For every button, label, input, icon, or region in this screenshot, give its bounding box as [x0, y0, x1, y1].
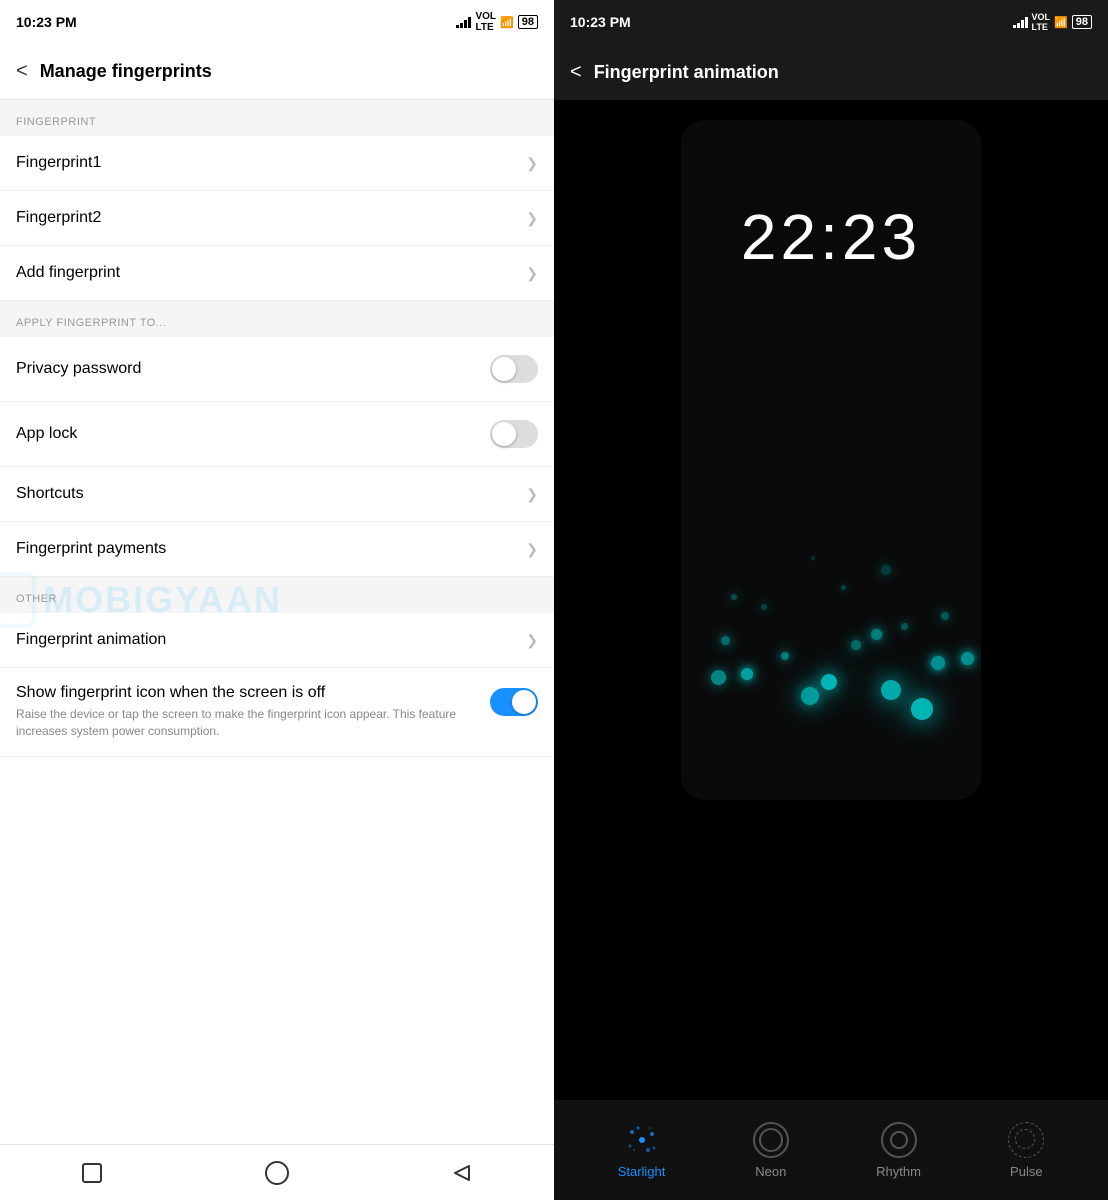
- starlight-icon: [624, 1122, 660, 1158]
- right-battery-icon: 98: [1072, 15, 1092, 29]
- add-fingerprint-label: Add fingerprint: [16, 264, 120, 282]
- show-fingerprint-icon-title: Show fingerprint icon when the screen is…: [16, 684, 478, 702]
- circle-icon: [264, 1160, 290, 1186]
- fingerprint2-item[interactable]: Fingerprint2 ❯: [0, 191, 554, 246]
- tab-rhythm[interactable]: Rhythm: [876, 1122, 921, 1179]
- shortcuts-label: Shortcuts: [16, 485, 84, 503]
- right-panel: 10:23 PM VOLLTE 📶 98 < Fingerprint anima…: [554, 0, 1108, 1200]
- fingerprint1-item[interactable]: Fingerprint1 ❯: [0, 136, 554, 191]
- privacy-password-label: Privacy password: [16, 360, 141, 378]
- fingerprint2-label: Fingerprint2: [16, 209, 101, 227]
- fingerprint-payments-item[interactable]: Fingerprint payments ❯: [0, 522, 554, 577]
- other-section-label: OTHER: [0, 577, 554, 613]
- lte-icon: VOLLTE: [475, 11, 496, 33]
- fingerprint-section-label: FINGERPRINT: [0, 100, 554, 136]
- fingerprint-payments-label: Fingerprint payments: [16, 540, 166, 558]
- show-fingerprint-icon-item[interactable]: Show fingerprint icon when the screen is…: [0, 668, 554, 757]
- fingerprint-animation-chevron: ❯: [526, 632, 538, 649]
- battery-icon: 98: [518, 15, 538, 29]
- right-wifi-icon: 📶: [1054, 16, 1068, 29]
- square-icon: [81, 1162, 103, 1184]
- privacy-password-item[interactable]: Privacy password: [0, 337, 554, 402]
- animation-tabs: Starlight Neon Rhythm Pulse: [554, 1100, 1108, 1200]
- rhythm-label: Rhythm: [876, 1164, 921, 1179]
- particle-container: [681, 460, 981, 740]
- wifi-icon: 📶: [500, 16, 514, 29]
- add-fingerprint-chevron: ❯: [526, 265, 538, 282]
- right-page-title: Fingerprint animation: [594, 62, 779, 83]
- tab-neon[interactable]: Neon: [753, 1122, 789, 1179]
- fingerprint1-chevron: ❯: [526, 155, 538, 172]
- right-back-button[interactable]: <: [570, 61, 582, 84]
- show-fingerprint-icon-subtitle: Raise the device or tap the screen to ma…: [16, 706, 478, 740]
- app-lock-item[interactable]: App lock: [0, 402, 554, 467]
- app-lock-toggle[interactable]: [490, 420, 538, 448]
- fingerprint-animation-label: Fingerprint animation: [16, 631, 166, 649]
- starlight-label: Starlight: [618, 1164, 666, 1179]
- left-status-time: 10:23 PM: [16, 14, 77, 30]
- shortcuts-chevron: ❯: [526, 486, 538, 503]
- privacy-password-toggle[interactable]: [490, 355, 538, 383]
- fingerprint-payments-chevron: ❯: [526, 541, 538, 558]
- left-nav-bar: [0, 1144, 554, 1200]
- left-top-bar: < Manage fingerprints: [0, 44, 554, 100]
- fingerprint-animation-item[interactable]: Fingerprint animation ❯: [0, 613, 554, 668]
- phone-preview: 22:23: [681, 120, 981, 800]
- right-status-time: 10:23 PM: [570, 14, 631, 30]
- apply-section-label: APPLY FINGERPRINT TO...: [0, 301, 554, 337]
- nav-circle-button[interactable]: [263, 1159, 291, 1187]
- right-signal-icon: [1013, 16, 1028, 28]
- signal-icon: [456, 16, 471, 28]
- fingerprint2-chevron: ❯: [526, 210, 538, 227]
- right-status-icons: VOLLTE 📶 98: [1013, 12, 1092, 32]
- left-status-bar: 10:23 PM VOLLTE 📶 98: [0, 0, 554, 44]
- add-fingerprint-item[interactable]: Add fingerprint ❯: [0, 246, 554, 301]
- left-page-title: Manage fingerprints: [40, 61, 212, 82]
- left-back-button[interactable]: <: [16, 60, 28, 83]
- fingerprint1-label: Fingerprint1: [16, 154, 101, 172]
- neon-label: Neon: [755, 1164, 786, 1179]
- nav-triangle-button[interactable]: [448, 1159, 476, 1187]
- show-fingerprint-icon-text: Show fingerprint icon when the screen is…: [16, 684, 478, 740]
- show-fingerprint-icon-row: Show fingerprint icon when the screen is…: [16, 684, 538, 740]
- app-lock-label: App lock: [16, 425, 77, 443]
- tab-starlight[interactable]: Starlight: [618, 1122, 666, 1179]
- left-content: FINGERPRINT Fingerprint1 ❯ Fingerprint2 …: [0, 100, 554, 1144]
- left-status-icons: VOLLTE 📶 98: [456, 11, 538, 33]
- preview-time: 22:23: [741, 200, 921, 274]
- tab-pulse[interactable]: Pulse: [1008, 1122, 1044, 1179]
- nav-square-button[interactable]: [78, 1159, 106, 1187]
- triangle-icon: [451, 1162, 473, 1184]
- right-top-bar: < Fingerprint animation: [554, 44, 1108, 100]
- show-fingerprint-icon-toggle[interactable]: [490, 688, 538, 716]
- right-status-bar: 10:23 PM VOLLTE 📶 98: [554, 0, 1108, 44]
- shortcuts-item[interactable]: Shortcuts ❯: [0, 467, 554, 522]
- pulse-label: Pulse: [1010, 1164, 1043, 1179]
- right-lte-icon: VOLLTE: [1032, 12, 1051, 32]
